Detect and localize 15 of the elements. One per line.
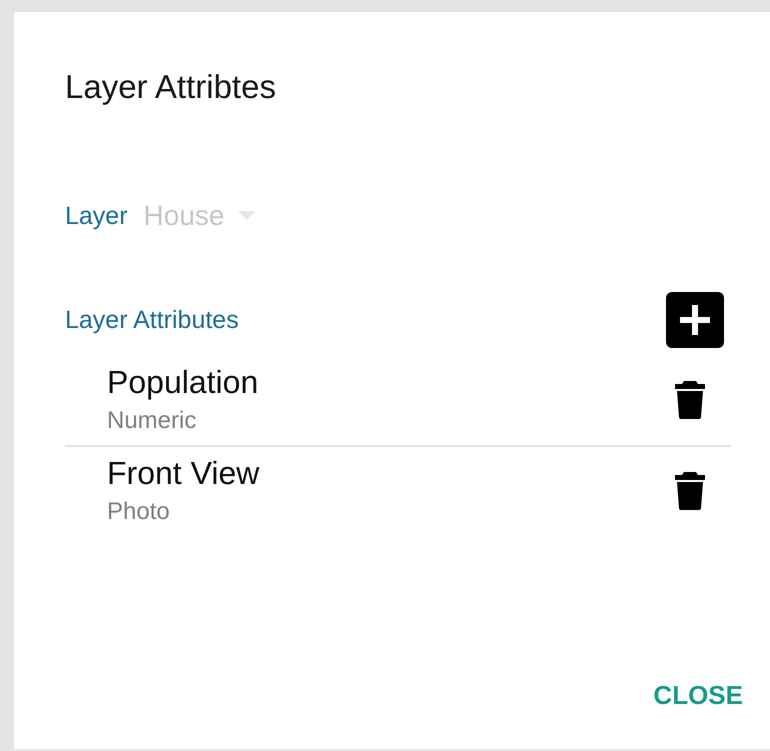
- delete-button[interactable]: [675, 380, 705, 418]
- dialog-title: Layer Attribtes: [65, 68, 277, 106]
- attribute-name: Population: [107, 364, 258, 401]
- attribute-name: Front View: [107, 455, 260, 492]
- attributes-label: Layer Attributes: [65, 306, 239, 334]
- close-button[interactable]: CLOSE: [653, 680, 743, 711]
- plus-icon: [680, 305, 710, 335]
- attribute-type: Photo: [107, 498, 171, 526]
- add-button[interactable]: [666, 292, 724, 348]
- trash-icon: [675, 380, 705, 418]
- delete-button[interactable]: [675, 472, 705, 510]
- attribute-type: Numeric: [107, 407, 198, 435]
- dropdown-caret-icon: [238, 211, 256, 221]
- layer-label: Layer: [65, 202, 128, 230]
- trash-icon: [675, 472, 705, 510]
